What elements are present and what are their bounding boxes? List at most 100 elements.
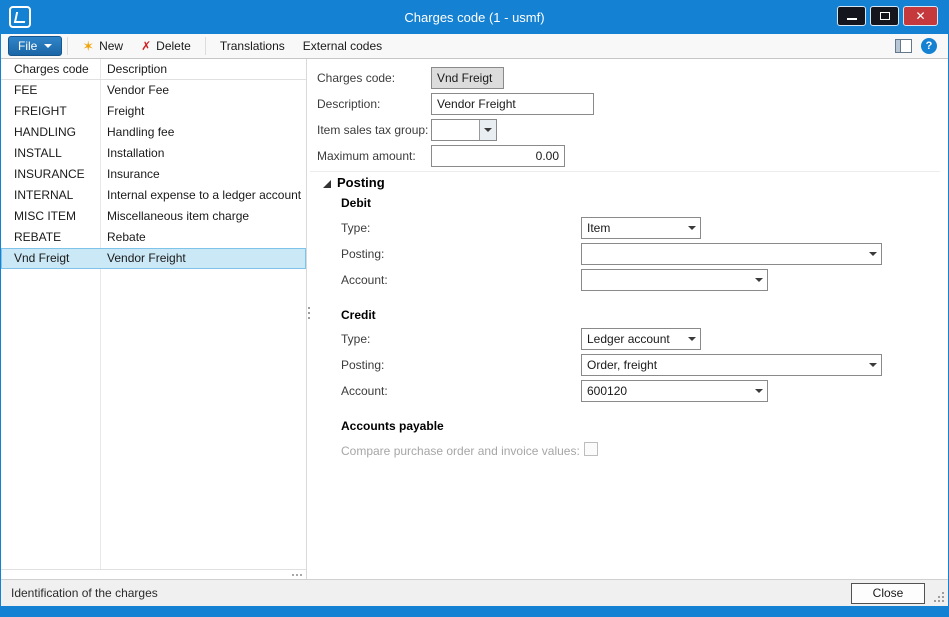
help-icon[interactable]: ? [921, 38, 937, 54]
cell-description: Miscellaneous item charge [107, 206, 249, 227]
content-area: Charges code Description FEE Vendor Fee … [1, 59, 948, 579]
grid-row[interactable]: MISC ITEM Miscellaneous item charge [1, 206, 306, 227]
toolbar-separator [205, 37, 206, 55]
toolbar-separator [67, 37, 68, 55]
delete-button[interactable]: ✗ Delete [132, 35, 200, 57]
close-icon: ✕ [904, 7, 937, 25]
item-sales-tax-group-combo[interactable] [431, 119, 497, 141]
cell-code: INSURANCE [14, 164, 85, 185]
cell-description: Rebate [107, 227, 146, 248]
cell-code: FREIGHT [14, 101, 67, 122]
charges-code-field[interactable]: Vnd Freigt [431, 67, 504, 89]
file-menu-button[interactable]: File [8, 36, 62, 56]
maximize-icon [880, 12, 890, 20]
cell-code: FEE [14, 80, 37, 101]
grid-row[interactable]: FEE Vendor Fee [1, 80, 306, 101]
cell-code: MISC ITEM [14, 206, 76, 227]
layout-icon[interactable] [895, 39, 912, 53]
maximum-amount-label: Maximum amount: [317, 149, 416, 163]
new-button-label: New [99, 39, 123, 53]
compare-values-checkbox [584, 442, 598, 456]
grid-header: Charges code Description [1, 59, 306, 80]
cell-description: Vendor Fee [107, 80, 169, 101]
cell-code: REBATE [14, 227, 61, 248]
statusbar: Identification of the charges Close [1, 579, 948, 606]
credit-account-lookup[interactable]: 600120 [581, 380, 768, 402]
charges-code-window: Charges code (1 - usmf) ✕ File ✶ New ✗ D… [0, 0, 949, 617]
column-header-charges-code[interactable]: Charges code [14, 59, 89, 80]
external-codes-button[interactable]: External codes [294, 35, 391, 57]
resize-grip-icon[interactable] [934, 592, 944, 602]
grid-resize-grip[interactable] [292, 572, 302, 576]
debit-account-label: Account: [341, 273, 388, 287]
credit-posting-combo[interactable]: Order, freight [581, 354, 882, 376]
grid-footer [1, 569, 306, 579]
grid-row[interactable]: FREIGHT Freight [1, 101, 306, 122]
dropdown-arrow-icon [750, 381, 767, 401]
credit-subsection-title: Credit [341, 308, 376, 322]
translations-label: Translations [220, 39, 285, 53]
minimize-icon [847, 18, 857, 20]
compare-values-label: Compare purchase order and invoice value… [341, 444, 580, 458]
grid-row[interactable]: INSTALL Installation [1, 143, 306, 164]
grid-row[interactable]: REBATE Rebate [1, 227, 306, 248]
debit-subsection-title: Debit [341, 196, 371, 210]
credit-posting-label: Posting: [341, 358, 384, 372]
dropdown-arrow-icon [683, 329, 700, 349]
debit-posting-combo[interactable] [581, 243, 882, 265]
posting-section-title[interactable]: Posting [337, 175, 385, 190]
grid-rows: FEE Vendor Fee FREIGHT Freight HANDLING … [1, 80, 306, 269]
debit-account-lookup[interactable] [581, 269, 768, 291]
cell-code: HANDLING [14, 122, 76, 143]
debit-type-label: Type: [341, 221, 370, 235]
dropdown-arrow-icon [683, 218, 700, 238]
accounts-payable-subsection-title: Accounts payable [341, 419, 444, 433]
section-divider [310, 171, 940, 172]
chevron-down-icon [44, 44, 52, 48]
minimize-button[interactable] [837, 6, 866, 26]
toolbar: File ✶ New ✗ Delete Translations Externa… [1, 34, 948, 59]
close-window-button[interactable]: ✕ [903, 6, 938, 26]
translations-button[interactable]: Translations [211, 35, 294, 57]
charges-grid: Charges code Description FEE Vendor Fee … [1, 59, 306, 579]
credit-account-label: Account: [341, 384, 388, 398]
status-text: Identification of the charges [11, 586, 158, 600]
new-button[interactable]: ✶ New [73, 35, 132, 57]
cell-description: Insurance [107, 164, 160, 185]
grid-row[interactable]: INSURANCE Insurance [1, 164, 306, 185]
titlebar: Charges code (1 - usmf) ✕ [1, 1, 948, 34]
app-icon [9, 6, 31, 28]
dropdown-arrow-icon [479, 120, 496, 140]
description-field[interactable]: Vendor Freight [431, 93, 594, 115]
description-label: Description: [317, 97, 380, 111]
cell-description: Internal expense to a ledger account [107, 185, 301, 206]
cell-description: Installation [107, 143, 164, 164]
credit-type-label: Type: [341, 332, 370, 346]
file-menu-label: File [18, 39, 37, 53]
new-icon: ✶ [82, 39, 94, 53]
close-button[interactable]: Close [851, 583, 925, 604]
cell-description: Handling fee [107, 122, 174, 143]
delete-button-label: Delete [156, 39, 191, 53]
maximize-button[interactable] [870, 6, 899, 26]
charges-code-label: Charges code: [317, 71, 395, 85]
maximum-amount-field[interactable]: 0.00 [431, 145, 565, 167]
dropdown-arrow-icon [864, 355, 881, 375]
grid-row[interactable]: HANDLING Handling fee [1, 122, 306, 143]
window-bottom-edge [1, 606, 948, 616]
debit-type-combo[interactable]: Item [581, 217, 701, 239]
cell-code: INTERNAL [14, 185, 73, 206]
collapse-section-icon[interactable] [323, 180, 331, 188]
external-codes-label: External codes [303, 39, 382, 53]
cell-code: INSTALL [14, 143, 62, 164]
dropdown-arrow-icon [864, 244, 881, 264]
cell-description: Vendor Freight [107, 248, 186, 269]
grid-row[interactable]: INTERNAL Internal expense to a ledger ac… [1, 185, 306, 206]
delete-icon: ✗ [141, 40, 151, 52]
debit-posting-label: Posting: [341, 247, 384, 261]
grid-row-selected[interactable]: Vnd Freigt Vendor Freight [1, 248, 306, 269]
details-form: Charges code: Vnd Freigt Description: Ve… [310, 59, 948, 579]
cell-description: Freight [107, 101, 144, 122]
credit-type-combo[interactable]: Ledger account [581, 328, 701, 350]
column-header-description[interactable]: Description [107, 59, 167, 80]
